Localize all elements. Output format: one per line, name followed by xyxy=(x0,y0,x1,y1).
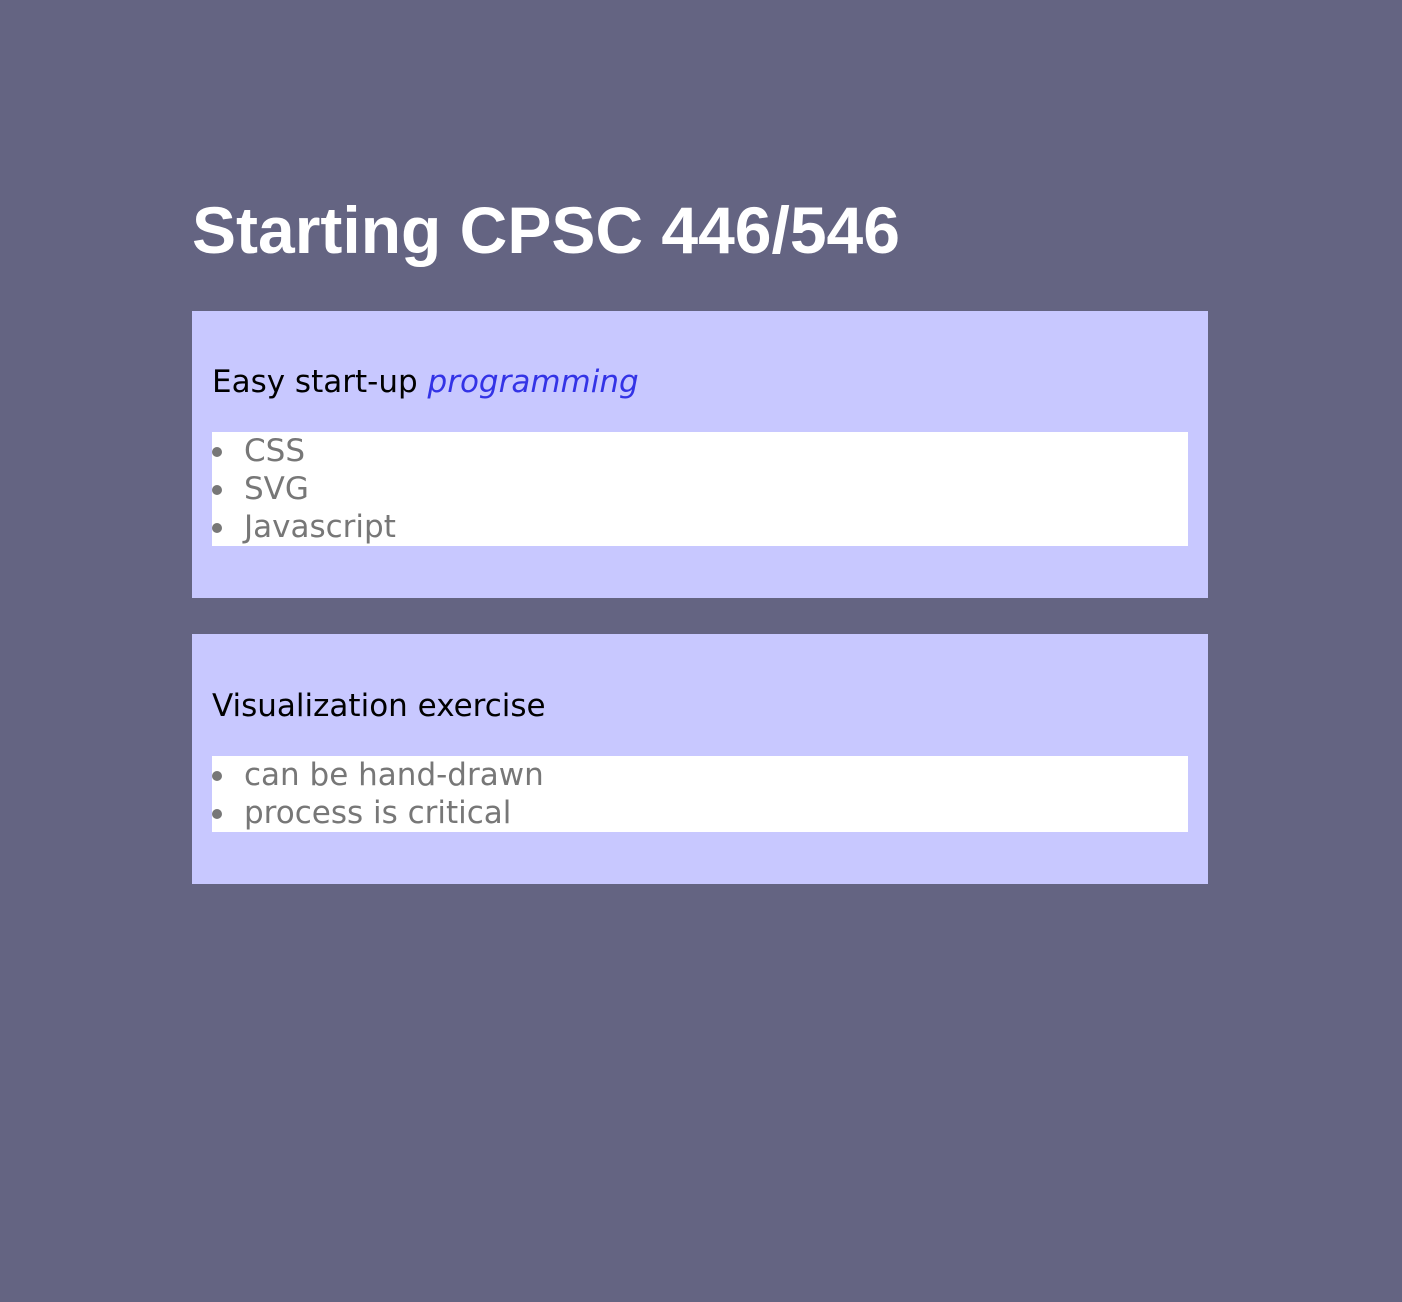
list-item: process is critical xyxy=(212,794,1188,832)
list-item-label: CSS xyxy=(244,433,306,469)
bullet-icon xyxy=(212,523,222,533)
list-item: Javascript xyxy=(212,508,1188,546)
topic-list: can be hand-drawn process is critical xyxy=(212,756,1188,832)
card-heading-text: Easy start-up xyxy=(212,364,418,400)
list-item: SVG xyxy=(212,470,1188,508)
page: { "page": { "title": "Starting CPSC 446/… xyxy=(0,0,1402,1302)
list-item-label: process is critical xyxy=(244,795,512,831)
list-item-label: SVG xyxy=(244,471,309,507)
list-item-label: Javascript xyxy=(244,509,396,545)
bullet-icon xyxy=(212,809,222,819)
page-title: Starting CPSC 446/546 xyxy=(192,193,900,267)
bullet-icon xyxy=(212,771,222,781)
bullet-icon xyxy=(212,447,222,457)
list-item-label: can be hand-drawn xyxy=(244,757,544,793)
card-visualization-exercise: Visualization exercise can be hand-drawn… xyxy=(192,634,1208,884)
card-easy-startup: Easy start-up programming CSS SVG Javasc… xyxy=(192,311,1208,598)
bullet-icon xyxy=(212,485,222,495)
list-item: CSS xyxy=(212,432,1188,470)
topic-list: CSS SVG Javascript xyxy=(212,432,1188,546)
card-heading: Easy start-up programming xyxy=(212,359,639,405)
list-item: can be hand-drawn xyxy=(212,756,1188,794)
card-heading: Visualization exercise xyxy=(212,688,546,724)
card-heading-accent: programming xyxy=(427,364,639,400)
